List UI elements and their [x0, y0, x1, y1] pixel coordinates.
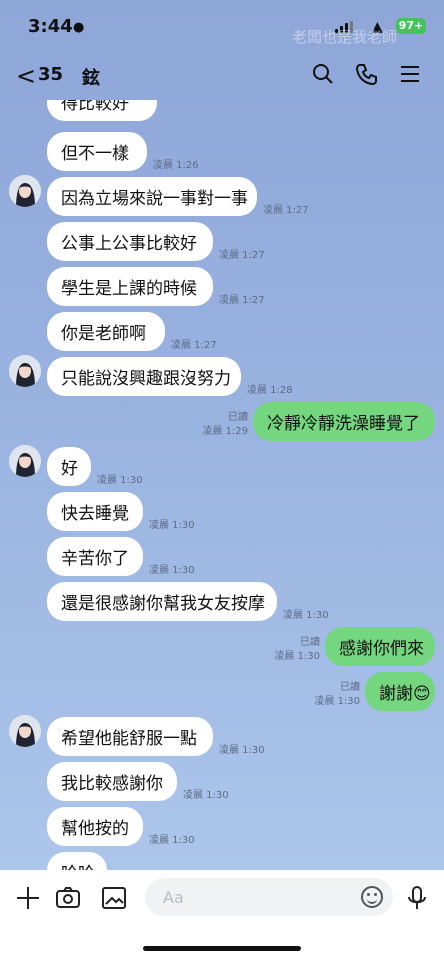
received-message-bubble[interactable]: 哈哈 [47, 852, 107, 870]
message-time: 凌晨 1:30 [314, 696, 360, 707]
message-list[interactable]: ↓ 得比較好但不一樣凌晨 1:26因為立場來說一事對一事凌晨 1:27公事上公事… [0, 100, 444, 870]
message-time: 凌晨 1:27 [219, 295, 265, 306]
message-time: 凌晨 1:30 [219, 745, 265, 756]
message-time: 凌晨 1:26 [153, 160, 199, 171]
received-message-bubble[interactable]: 幫他按的 [47, 807, 143, 846]
clock: 3:44 [28, 16, 73, 37]
message-time: 凌晨 1:28 [247, 385, 293, 396]
back-button[interactable]: < [16, 62, 36, 90]
message-input[interactable]: Aa [145, 878, 393, 916]
input-placeholder: Aa [163, 888, 184, 907]
person-icon: ● [73, 20, 85, 35]
received-message-bubble[interactable]: 得比較好 [47, 100, 157, 121]
received-message-bubble[interactable]: 你是老師啊 [47, 312, 165, 351]
received-message-bubble[interactable]: 辛苦你了 [47, 537, 143, 576]
received-message-bubble[interactable]: 希望他能舒服一點 [47, 717, 213, 756]
avatar[interactable] [9, 445, 41, 477]
home-indicator [143, 946, 301, 951]
received-message-bubble[interactable]: 好 [47, 447, 91, 486]
received-message-bubble[interactable]: 只能說沒興趣跟沒努力 [47, 357, 241, 396]
received-message-bubble[interactable]: 快去睡覺 [47, 492, 143, 531]
contact-name: 鉉 [82, 68, 100, 89]
received-message-bubble[interactable]: 因為立場來說一事對一事 [47, 177, 257, 216]
avatar[interactable] [9, 715, 41, 747]
message-time: 凌晨 1:30 [283, 610, 329, 621]
avatar[interactable] [9, 175, 41, 207]
received-message-bubble[interactable]: 但不一樣 [47, 132, 147, 171]
received-message-bubble[interactable]: 我比較感謝你 [47, 762, 177, 801]
sent-message-bubble[interactable]: 謝謝😊 [365, 672, 435, 711]
sent-message-bubble[interactable]: 冷靜冷靜洗澡睡覺了 [253, 402, 435, 441]
message-time: 凌晨 1:30 [149, 835, 195, 846]
battery-indicator: 97+ [396, 18, 426, 34]
unread-count: 35 [38, 64, 64, 85]
message-time: 凌晨 1:27 [263, 205, 309, 216]
avatar-portrait-icon [9, 175, 41, 207]
message-time: 凌晨 1:30 [149, 565, 195, 576]
avatar[interactable] [9, 355, 41, 387]
message-time: 凌晨 1:29 [202, 426, 248, 437]
message-time: 凌晨 1:30 [183, 790, 229, 801]
avatar-portrait-icon [9, 355, 41, 387]
menu-icon[interactable] [398, 62, 422, 86]
search-icon[interactable] [311, 62, 335, 86]
camera-icon[interactable] [54, 884, 82, 912]
emoji-icon[interactable] [361, 886, 383, 908]
mic-icon[interactable] [403, 884, 431, 912]
read-receipt: 已讀 [340, 682, 360, 693]
received-message-bubble[interactable]: 公事上公事比較好 [47, 222, 213, 261]
read-receipt: 已讀 [300, 637, 320, 648]
sent-message-bubble[interactable]: 感謝你們來 [325, 627, 435, 666]
message-time: 凌晨 1:30 [149, 520, 195, 531]
chat-header: < 35 鉉 [0, 52, 444, 100]
plus-icon[interactable] [14, 884, 42, 912]
message-time: 凌晨 1:30 [274, 651, 320, 662]
received-message-bubble[interactable]: 學生是上課的時候 [47, 267, 213, 306]
avatar-portrait-icon [9, 715, 41, 747]
read-receipt: 已讀 [228, 412, 248, 423]
ghost-message-preview: 老闆也是我老師 [292, 28, 398, 46]
message-time: 凌晨 1:27 [171, 340, 217, 351]
image-icon[interactable] [100, 884, 128, 912]
received-message-bubble[interactable]: 還是很感謝你幫我女友按摩 [47, 582, 277, 621]
message-time: 凌晨 1:27 [219, 250, 265, 261]
phone-icon[interactable] [355, 62, 379, 86]
avatar-portrait-icon [9, 445, 41, 477]
message-time: 凌晨 1:30 [97, 475, 143, 486]
